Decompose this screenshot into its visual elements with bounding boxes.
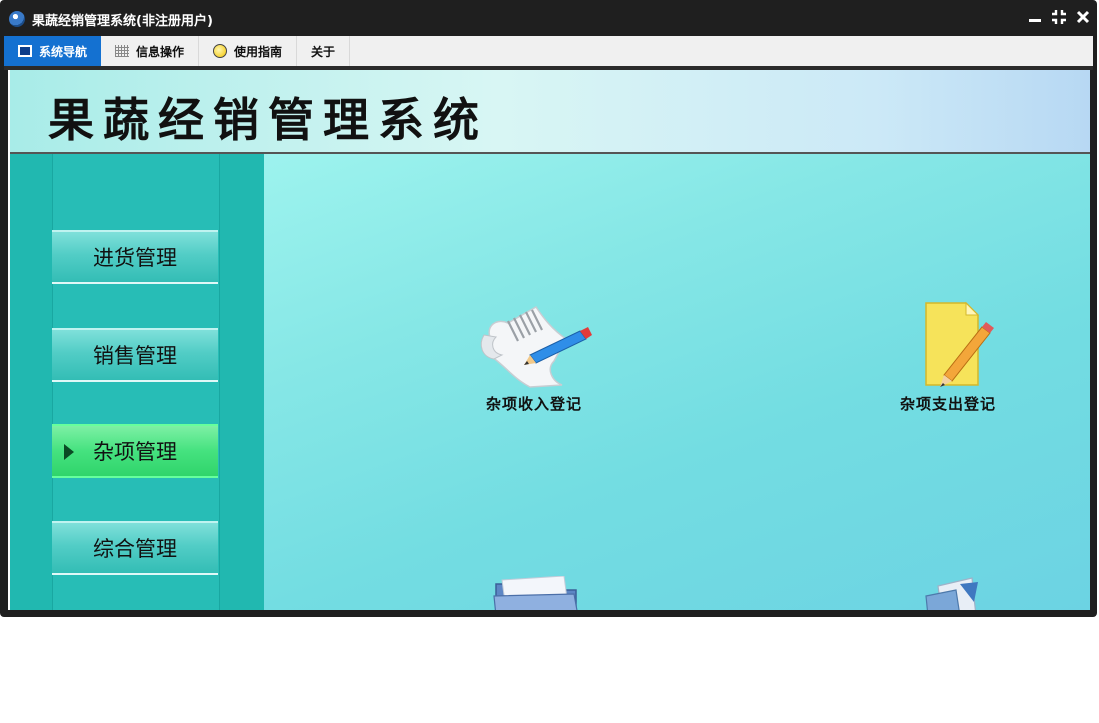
tile-label: 杂项收入登记 xyxy=(485,395,582,413)
nav-general-management[interactable]: 综合管理 xyxy=(52,521,218,575)
tile-misc-expense[interactable]: 杂项支出登记 xyxy=(878,299,1018,414)
close-icon xyxy=(1076,10,1090,24)
paper-pencil-icon xyxy=(480,306,592,388)
nav-label: 销售管理 xyxy=(93,344,177,368)
tile-document[interactable] xyxy=(878,576,1018,610)
nav-purchase-management[interactable]: 进货管理 xyxy=(52,230,218,284)
content-area: 果蔬经销管理系统 进货管理 销售管理 杂项管理 综合管理 杂项收入登记 杂项支出… xyxy=(8,70,1090,610)
sidebar: 进货管理 销售管理 杂项管理 综合管理 xyxy=(10,154,264,610)
tile-misc-income[interactable]: 杂项收入登记 xyxy=(464,299,604,414)
grid-icon xyxy=(115,45,130,57)
monitor-icon xyxy=(18,45,32,57)
nav-label: 综合管理 xyxy=(93,537,177,561)
app-window: 果蔬经销管理系统(非注册用户) 系统导航 信息操作 使用指南 关于 果蔬经销管理… xyxy=(0,0,1097,617)
document-icon xyxy=(925,577,978,610)
nav-label: 进货管理 xyxy=(93,246,177,270)
nav-sales-management[interactable]: 销售管理 xyxy=(52,328,218,382)
banner-title: 果蔬经销管理系统 xyxy=(48,93,488,147)
restore-button[interactable] xyxy=(1051,9,1067,25)
note-pencil-icon xyxy=(925,301,994,387)
tab-system-navigation[interactable]: 系统导航 xyxy=(4,36,102,66)
tile-label: 杂项支出登记 xyxy=(899,395,996,413)
bulb-icon xyxy=(213,44,228,58)
nav-label: 杂项管理 xyxy=(93,440,177,464)
header-banner: 果蔬经销管理系统 xyxy=(10,70,1090,152)
tab-about[interactable]: 关于 xyxy=(297,36,351,66)
tab-label: 系统导航 xyxy=(39,44,88,59)
window-controls xyxy=(1027,9,1091,25)
tab-user-guide[interactable]: 使用指南 xyxy=(199,36,298,66)
restore-icon xyxy=(1052,10,1066,24)
tab-label: 关于 xyxy=(311,44,336,59)
menu-tab-bar: 系统导航 信息操作 使用指南 关于 xyxy=(4,36,1093,66)
title-bar[interactable]: 果蔬经销管理系统(非注册用户) xyxy=(0,0,1097,35)
close-button[interactable] xyxy=(1075,9,1091,25)
nav-misc-management[interactable]: 杂项管理 xyxy=(52,424,218,478)
tab-label: 信息操作 xyxy=(136,44,185,59)
main-panel: 杂项收入登记 杂项支出登记 xyxy=(264,154,1090,610)
tile-folder[interactable] xyxy=(464,575,604,610)
minimize-icon xyxy=(1029,19,1041,22)
folder-icon xyxy=(493,575,578,610)
minimize-button[interactable] xyxy=(1027,9,1043,25)
tab-info-operation[interactable]: 信息操作 xyxy=(101,36,200,66)
tab-label: 使用指南 xyxy=(234,44,283,59)
window-title: 果蔬经销管理系统(非注册用户) xyxy=(32,14,213,29)
app-logo-icon xyxy=(9,11,25,27)
play-arrow-icon xyxy=(64,444,74,460)
